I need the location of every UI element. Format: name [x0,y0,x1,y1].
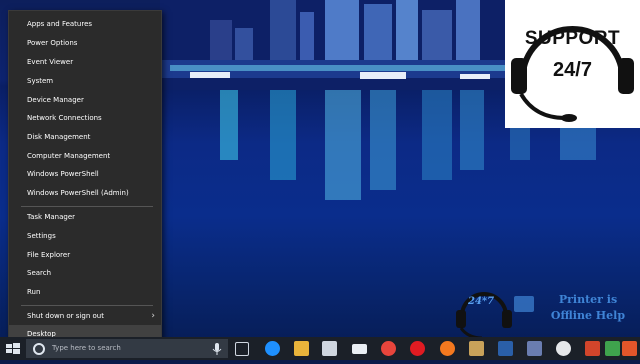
menu-item-apps-and-features[interactable]: Apps and Features [9,15,161,33]
menu-item-system[interactable]: System [9,72,161,90]
watermark: 24*7 Printer is Offline Help [452,282,640,342]
watermark-text: Printer is Offline Help [536,292,640,324]
menu-item-disk-management[interactable]: Disk Management [9,128,161,146]
support-title: SUPPORT [524,28,621,49]
menu-item-file-explorer[interactable]: File Explorer [9,246,161,264]
mail-icon[interactable] [352,344,367,354]
start-button[interactable] [0,337,26,360]
photoshop-icon[interactable] [498,341,513,356]
watermark-line2: Offline Help [550,309,626,322]
windows-logo-icon [6,343,20,354]
menu-item-computer-management[interactable]: Computer Management [9,147,161,165]
store-icon[interactable] [322,341,337,356]
edge-icon[interactable] [265,341,280,356]
app-icon-5[interactable] [605,341,620,356]
menu-item-settings[interactable]: Settings [9,227,161,245]
watermark-line1: Printer is [558,293,618,306]
microphone-icon[interactable] [212,342,222,356]
app-icon[interactable] [469,341,484,356]
search-placeholder: Type here to search [52,344,121,352]
menu-item-task-manager[interactable]: Task Manager [9,208,161,226]
menu-item-event-viewer[interactable]: Event Viewer [9,53,161,71]
chrome-icon[interactable] [381,341,396,356]
app-icon-3[interactable] [556,341,571,356]
cortana-icon [33,343,45,355]
watermark-badge: 24*7 [468,296,495,307]
taskbar-search[interactable]: Type here to search [26,339,228,358]
menu-item-network-connections[interactable]: Network Connections [9,109,161,127]
menu-item-run[interactable]: Run [9,283,161,301]
menu-item-label: Shut down or sign out [27,312,104,320]
firefox-icon[interactable] [440,341,455,356]
winx-menu: Apps and Features Power Options Event Vi… [8,10,162,344]
menu-item-windows-powershell-admin[interactable]: Windows PowerShell (Admin) [9,184,161,202]
menu-separator [21,305,153,306]
headset-icon [456,292,534,340]
chevron-right-icon: › [151,311,155,321]
menu-item-shut-down-or-sign-out[interactable]: Shut down or sign out › [9,307,161,325]
support-hours: 24/7 [553,59,592,81]
task-view-icon[interactable] [235,342,249,356]
app-icon-4[interactable] [585,341,600,356]
menu-item-windows-powershell[interactable]: Windows PowerShell [9,165,161,183]
file-explorer-icon[interactable] [294,341,309,356]
menu-item-device-manager[interactable]: Device Manager [9,91,161,109]
app-icon-2[interactable] [527,341,542,356]
menu-item-power-options[interactable]: Power Options [9,34,161,52]
city-skyline [160,0,520,90]
app-icon-6[interactable] [622,341,637,356]
menu-separator [21,206,153,207]
menu-item-search[interactable]: Search [9,264,161,282]
support-logo: SUPPORT 24/7 [505,0,640,128]
taskbar: Type here to search [0,337,640,360]
opera-icon[interactable] [410,341,425,356]
